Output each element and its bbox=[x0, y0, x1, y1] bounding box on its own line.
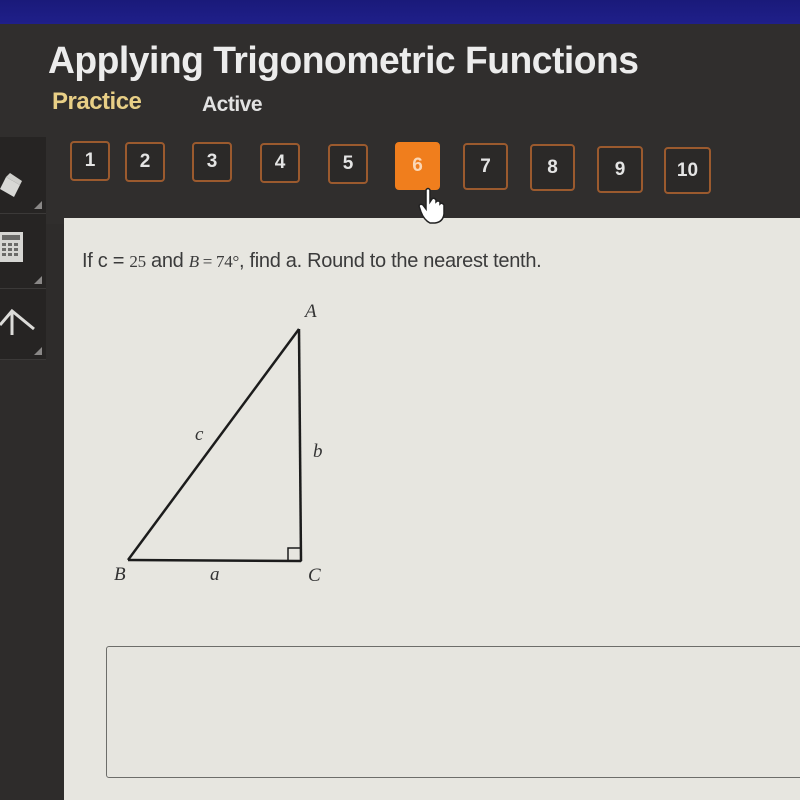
answer-input[interactable] bbox=[106, 646, 800, 778]
question-prefix: If c = bbox=[82, 250, 130, 272]
question-button-4[interactable]: 4 bbox=[260, 143, 300, 183]
question-button-1[interactable]: 1 bbox=[70, 141, 110, 181]
question-mid: and bbox=[145, 250, 189, 272]
vertex-a-label: A bbox=[303, 301, 317, 322]
tool-expand-corner-icon bbox=[34, 201, 42, 209]
right-triangle-diagram: A B C c b a bbox=[114, 301, 323, 586]
vertex-b-label: B bbox=[114, 564, 126, 585]
calculator-tool-button[interactable] bbox=[0, 214, 46, 289]
side-a-label: a bbox=[210, 564, 220, 585]
question-button-5[interactable]: 5 bbox=[328, 144, 368, 184]
status-active: Active bbox=[202, 93, 263, 116]
hand-pointer-cursor-icon bbox=[418, 187, 445, 224]
pencil-tool-button[interactable] bbox=[0, 137, 46, 214]
question-text: If c = 25 and B = 74°, find a. Round to … bbox=[82, 250, 542, 273]
tool-expand-corner-icon bbox=[34, 276, 42, 284]
side-b-label: b bbox=[313, 441, 323, 462]
question-suffix: , find a. Round to the nearest tenth. bbox=[238, 250, 542, 272]
angle-variable: B bbox=[188, 252, 199, 271]
hypotenuse-c bbox=[126, 328, 301, 561]
question-button-2[interactable]: 2 bbox=[125, 142, 165, 182]
question-button-8[interactable]: 8 bbox=[530, 144, 575, 191]
c-value: 25 bbox=[129, 252, 146, 271]
tool-expand-corner-icon bbox=[34, 347, 42, 355]
side-a bbox=[127, 558, 302, 563]
side-c-label: c bbox=[195, 424, 204, 445]
browser-top-bar bbox=[0, 0, 800, 24]
question-button-9[interactable]: 9 bbox=[597, 146, 643, 193]
question-button-7[interactable]: 7 bbox=[463, 143, 508, 190]
vertex-c-label: C bbox=[308, 565, 321, 586]
question-button-10[interactable]: 10 bbox=[664, 147, 711, 194]
right-angle-marker bbox=[287, 547, 302, 562]
arrow-tool-button[interactable] bbox=[0, 289, 46, 360]
question-button-3[interactable]: 3 bbox=[192, 142, 232, 182]
angle-value: 74° bbox=[216, 252, 239, 271]
question-button-6-current[interactable]: 6 bbox=[395, 142, 440, 190]
lesson-title: Applying Trigonometric Functions bbox=[48, 40, 639, 82]
side-b bbox=[297, 328, 303, 562]
tab-practice[interactable]: Practice bbox=[52, 88, 142, 116]
equals-sign: = bbox=[198, 252, 217, 271]
